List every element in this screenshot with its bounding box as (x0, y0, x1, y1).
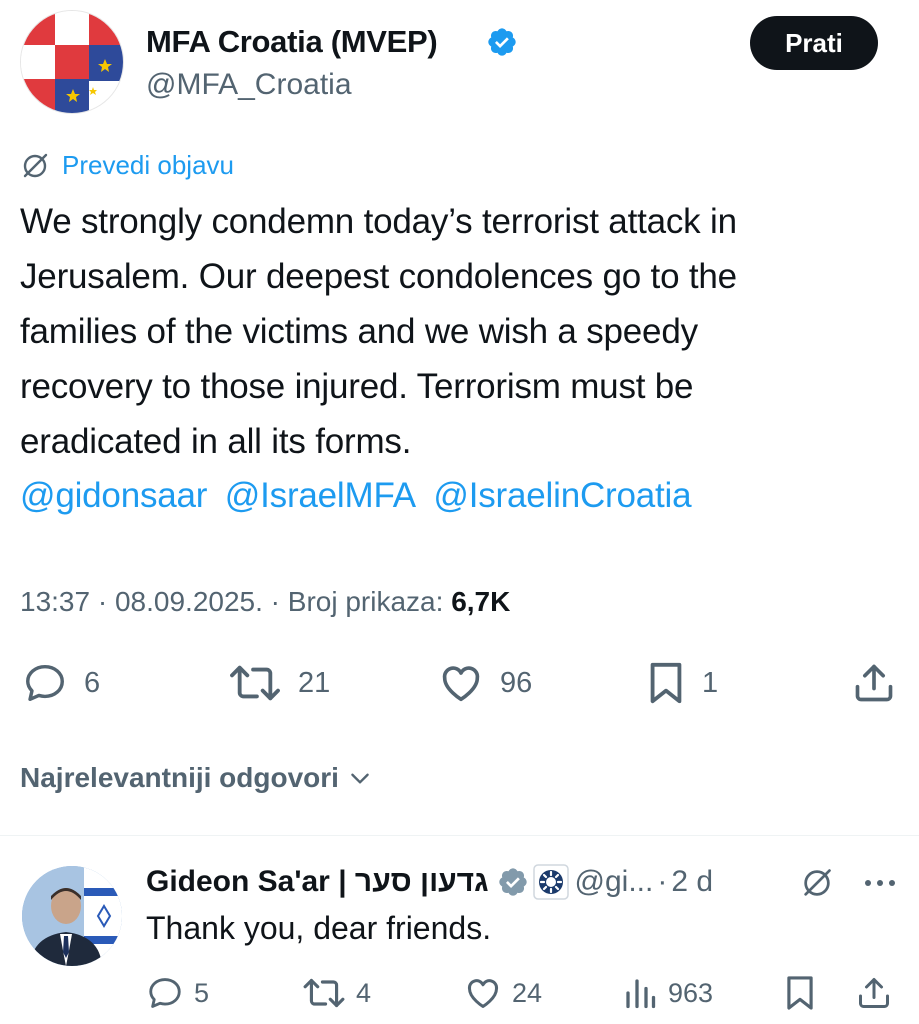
reply-repost-action[interactable]: 4 (302, 974, 371, 1012)
reply-author-avatar[interactable] (22, 866, 122, 966)
heart-icon (467, 979, 499, 1008)
separator-dot: · (657, 865, 668, 898)
share-icon (855, 664, 893, 702)
reply-header-actions (800, 866, 900, 900)
replies-sort-label: Najrelevantniji odgovori (20, 762, 339, 793)
reply-header: Gideon Sa'ar | גדעון סער @gi... · 2 d (146, 862, 713, 902)
gray-verified-badge-icon[interactable] (497, 866, 529, 898)
post-text-line: recovery to those injured. Terrorism mus… (20, 367, 694, 406)
post-text-line: Jerusalem. Our deepest condolences go to… (20, 257, 737, 296)
reply-share-action[interactable] (856, 974, 892, 1012)
heart-icon (442, 666, 480, 702)
repost-icon (303, 978, 345, 1008)
like-count: 96 (500, 666, 533, 699)
post-text: We strongly condemn today’s terrorist at… (20, 194, 900, 469)
post-text-line: families of the victims and we wish a sp… (20, 312, 698, 351)
reply-author-name[interactable]: Gideon Sa'ar | גדעון סער (146, 865, 489, 899)
mfa-croatia-logo (21, 11, 123, 113)
reply-time[interactable]: 2 d (671, 865, 713, 899)
repost-count: 21 (298, 666, 331, 699)
reply-bookmark-action[interactable] (784, 974, 816, 1012)
reply-views-action[interactable]: 963 (622, 974, 713, 1012)
mention-link[interactable]: @IsraelMFA (225, 476, 416, 515)
reply-reply-action[interactable]: 5 (146, 974, 209, 1012)
reply-reply-count: 5 (194, 977, 210, 1008)
translate-icon[interactable] (800, 866, 834, 900)
reply-icon (149, 978, 181, 1008)
post-meta: 13:37 · 08.09.2025. · Broj prikaza: 6,7K (20, 586, 511, 617)
translate-row[interactable]: Prevedi objavu (20, 150, 234, 181)
author-avatar[interactable] (20, 10, 124, 114)
reply-count: 6 (84, 666, 101, 699)
reply-text: Thank you, dear friends. (146, 910, 492, 946)
post-text-line: eradicated in all its forms. (20, 422, 412, 461)
reply-repost-count: 4 (356, 977, 372, 1008)
reply-like-action[interactable]: 24 (464, 974, 542, 1012)
government-emblem-icon[interactable] (532, 864, 569, 900)
share-icon (859, 978, 889, 1008)
bookmark-icon (787, 976, 813, 1010)
views-count: 6,7K (451, 586, 511, 617)
share-action[interactable] (852, 660, 896, 706)
author-name[interactable]: MFA Croatia (MVEP) (146, 24, 438, 60)
post-mentions: @gidonsaar @IsraelMFA @IsraelinCroatia (20, 468, 699, 523)
post-date[interactable]: 08.09.2025. (115, 586, 263, 617)
repost-icon (230, 665, 280, 701)
views-label: Broj prikaza: (287, 586, 444, 617)
mention-link[interactable]: @gidonsaar (20, 476, 207, 515)
reply-icon (26, 664, 64, 702)
reply-author-handle[interactable]: @gi... (575, 865, 654, 899)
reply-action[interactable]: 6 (22, 660, 100, 706)
chevron-down-icon (351, 773, 369, 784)
post-time[interactable]: 13:37 (20, 586, 90, 617)
more-options-icon[interactable] (860, 873, 900, 893)
analytics-bars-icon (626, 979, 656, 1009)
author-handle[interactable]: @MFA_Croatia (146, 68, 352, 102)
bookmark-icon (650, 662, 682, 704)
translate-post-link[interactable]: Prevedi objavu (62, 150, 234, 181)
section-divider (0, 835, 919, 836)
like-action[interactable]: 96 (438, 660, 532, 706)
mention-link[interactable]: @IsraelinCroatia (433, 476, 691, 515)
replies-sort-dropdown[interactable]: Najrelevantniji odgovori (20, 762, 373, 794)
post-text-line: We strongly condemn today’s terrorist at… (20, 202, 737, 241)
reply-views-count: 963 (668, 977, 714, 1008)
person-avatar-icon (22, 866, 122, 966)
verified-badge-icon[interactable] (486, 26, 518, 58)
repost-action[interactable]: 21 (228, 660, 330, 706)
follow-button[interactable]: Prati (750, 16, 878, 70)
bookmark-action[interactable]: 1 (646, 660, 718, 706)
translate-icon (23, 153, 48, 177)
bookmark-count: 1 (702, 666, 719, 699)
reply-like-count: 24 (512, 977, 543, 1008)
